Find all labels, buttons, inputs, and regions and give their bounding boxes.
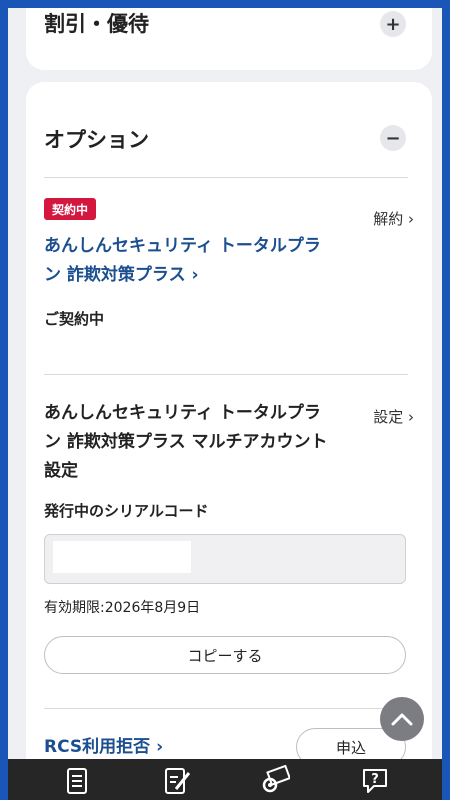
svg-text:?: ? [371,772,379,787]
settings-link[interactable]: 設定 › [373,406,414,427]
scroll-to-top-button[interactable] [380,697,424,741]
discount-card[interactable]: 割引・優待 + [26,8,432,70]
multi-account-title-line2: ン 詐欺対策プラス マルチアカウント [44,432,328,452]
serial-code-field [44,534,406,584]
chevron-right-icon: › [408,210,414,228]
multi-account-title: あんしんセキュリティ トータルプラ ン 詐欺対策プラス マルチアカウント 設定 [44,399,344,486]
plan-name-line2: ン 詐欺対策プラス [44,265,186,285]
divider [44,374,408,375]
cancel-link-label: 解約 [373,210,404,228]
status-badge: 契約中 [44,198,97,220]
rcs-refusal-label: RCS利用拒否 [44,737,151,757]
document-icon[interactable] [62,765,92,795]
chevron-right-icon: › [191,265,199,285]
screen: 割引・優待 + オプション − 契約中 解約 › あんしんセキュリティ トータル… [8,8,442,800]
option-card: オプション − 契約中 解約 › あんしんセキュリティ トータルプラ ン 詐欺対… [26,82,432,800]
copy-button[interactable]: コピーする [44,636,406,674]
plan-link[interactable]: あんしんセキュリティ トータルプラ ン 詐欺対策プラス › [44,232,334,290]
multi-account-title-line1: あんしんセキュリティ トータルプラ [44,403,321,423]
edit-document-icon[interactable] [162,765,192,795]
bottom-nav: ? [8,759,442,800]
expiry-date: 有効期限:2026年8月9日 [44,600,201,616]
serial-code-mask [53,541,191,573]
multi-account-title-line3: 設定 [44,461,78,481]
chevron-up-icon [391,713,413,726]
settings-mail-icon[interactable] [260,765,290,795]
divider [44,177,408,178]
contract-status: ご契約中 [44,310,105,328]
chevron-right-icon: › [408,408,414,426]
option-collapse-button[interactable]: − [380,125,406,151]
discount-section-title: 割引・優待 [44,12,149,36]
divider [44,708,408,709]
discount-expand-button[interactable]: + [380,11,406,37]
rcs-refusal-link[interactable]: RCS利用拒否 › [44,732,163,757]
option-section-title: オプション [44,128,149,152]
plan-name-line1: あんしんセキュリティ トータルプラ [44,236,321,256]
serial-code-label: 発行中のシリアルコード [44,502,209,520]
settings-link-label: 設定 [373,408,404,426]
cancel-link[interactable]: 解約 › [373,208,414,229]
chevron-right-icon: › [156,737,164,757]
plan-name-line2-wrap: ン 詐欺対策プラス › [44,261,334,290]
help-chat-icon[interactable]: ? [360,765,390,795]
